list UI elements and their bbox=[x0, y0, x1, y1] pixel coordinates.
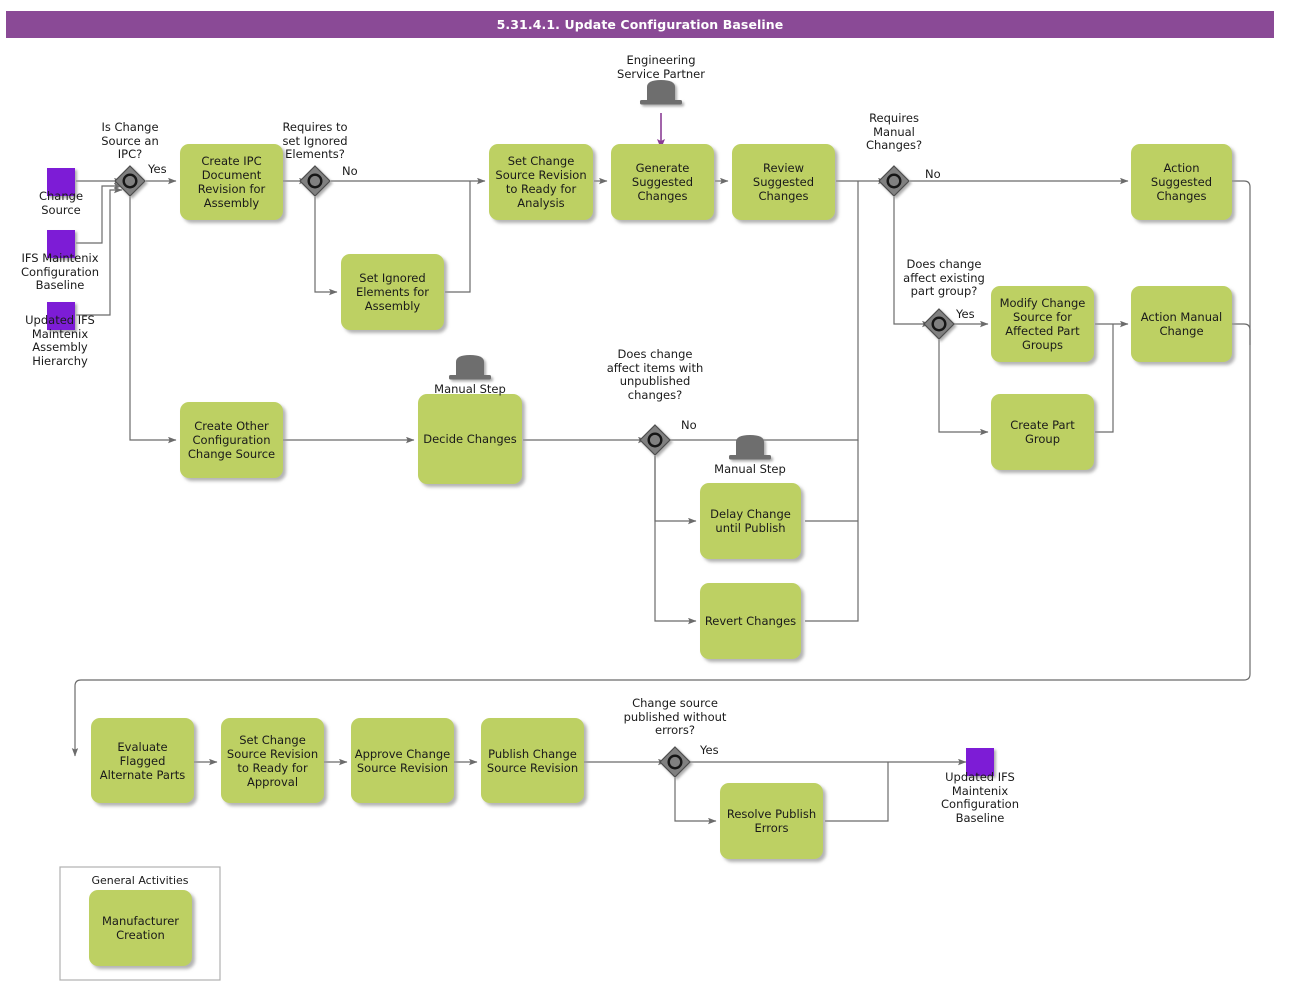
gateway-label-unpublished: Does change affect items with unpublishe… bbox=[606, 347, 704, 402]
task-shape-revert-changes bbox=[700, 583, 801, 659]
task-shape-set-ignored-elements bbox=[341, 254, 444, 330]
task-shape-modify-change-source bbox=[991, 286, 1094, 362]
task-shape-evaluate-flagged bbox=[91, 718, 194, 803]
diagram-canvas bbox=[47, 80, 1251, 981]
task-shape-set-ready-approval bbox=[221, 718, 324, 803]
gateway-label-is-ipc: Is Change Source an IPC? bbox=[101, 120, 159, 161]
data-object-label-updated-hierarchy: Updated IFS Maintenix Assembly Hierarchy bbox=[25, 313, 95, 368]
gateway-shape-affect-part-group bbox=[923, 308, 955, 340]
flow-label-no-ignored: No bbox=[342, 164, 358, 178]
gateway-label-affect-part-group: Does change affect existing part group? bbox=[903, 257, 985, 298]
bowler-hat-icon-engineering-service-partner bbox=[640, 80, 682, 105]
task-shape-generate-suggested bbox=[611, 144, 714, 220]
gateway-label-published-ok: Change source published without errors? bbox=[623, 696, 727, 737]
data-object-label-ifs-baseline: IFS Maintenix Configuration Baseline bbox=[21, 251, 99, 292]
task-shape-action-suggested bbox=[1131, 144, 1232, 220]
gateway-label-requires-manual: Requires Manual Changes? bbox=[865, 111, 923, 152]
task-shape-decide-changes bbox=[418, 394, 522, 484]
gateway-shape-is-ipc bbox=[114, 165, 146, 197]
bowler-hat-icon-manual-step-delay bbox=[729, 435, 771, 460]
process-diagram: 5.31.4.1. Update Configuration Baseline bbox=[0, 0, 1300, 990]
flow-label-yes-ipc: Yes bbox=[148, 162, 167, 176]
task-shape-approve-revision bbox=[351, 718, 454, 803]
gateway-shape-requires-manual bbox=[878, 165, 910, 197]
bowler-hat-icon-manual-step-decide bbox=[449, 355, 491, 380]
task-shape-create-part-group bbox=[991, 394, 1094, 470]
task-shape-action-manual-change bbox=[1131, 286, 1232, 362]
task-shape-delay-change bbox=[700, 483, 801, 559]
task-shape-set-ready-analysis bbox=[489, 144, 593, 220]
task-shape-layer bbox=[89, 144, 1232, 966]
gateway-shape-published-ok bbox=[659, 746, 691, 778]
flow-label-no-manual: No bbox=[925, 167, 941, 181]
group-title-general-activities: General Activities bbox=[91, 874, 189, 887]
gateway-shape-requires-ignored bbox=[299, 165, 331, 197]
gateway-shape-unpublished bbox=[639, 424, 671, 456]
task-shape-resolve-publish-errors bbox=[720, 783, 823, 859]
task-shape-publish-revision bbox=[481, 718, 584, 803]
flow-label-no-unpublished: No bbox=[681, 418, 697, 432]
gateway-label-requires-ignored: Requires to set Ignored Elements? bbox=[282, 120, 348, 161]
data-object-label-updated-baseline: Updated IFS Maintenix Configuration Base… bbox=[941, 770, 1019, 825]
task-shape-create-other-source bbox=[180, 402, 283, 478]
actor-label-manual-step-delay: Manual Step bbox=[714, 462, 786, 476]
actor-label-engineering-service-partner: Engineering Service Partner bbox=[617, 53, 705, 81]
flow-label-yes-part-group: Yes bbox=[956, 307, 975, 321]
data-object-label-change-source: Change Source bbox=[38, 189, 84, 217]
task-shape-review-suggested bbox=[732, 144, 835, 220]
flow-label-yes-published: Yes bbox=[700, 743, 719, 757]
task-shape-manufacturer-creation bbox=[89, 890, 192, 966]
actor-label-manual-step-decide: Manual Step bbox=[434, 382, 506, 396]
